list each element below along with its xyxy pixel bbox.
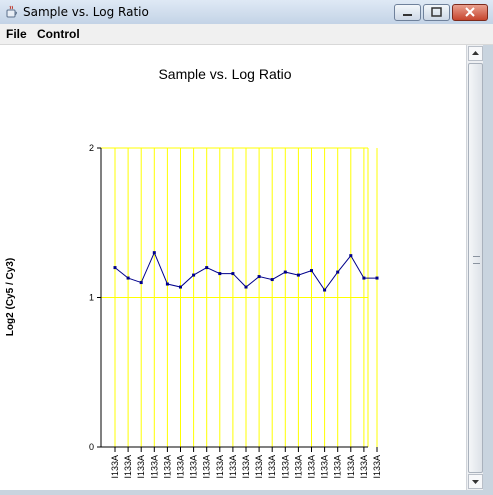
data-point [323, 288, 327, 292]
data-point [349, 254, 353, 258]
x-tick-label: I133A [267, 455, 277, 479]
axes [97, 147, 378, 452]
data-point [126, 276, 130, 280]
data-point [179, 285, 182, 289]
data-point [113, 266, 117, 270]
arrow-down-icon [472, 480, 479, 484]
grip-icon [473, 256, 480, 264]
grid-lines [101, 147, 378, 447]
x-tick-label: I133A [254, 455, 264, 479]
x-tick-label: I133A [215, 455, 225, 479]
x-tick-label: I133A [346, 455, 356, 479]
vertical-scrollbar[interactable] [466, 45, 484, 490]
data-point [336, 270, 340, 274]
maximize-icon [431, 7, 442, 17]
x-tick-label: I133A [293, 455, 303, 479]
data-point [139, 281, 143, 285]
x-tick-label: I133A [189, 455, 199, 479]
y-tick-label: 0 [89, 442, 94, 452]
line-chart: Sample vs. Log Ratio Log2 (Cy5 / Cy3) 0 1… [5, 66, 382, 479]
scroll-thumb[interactable] [468, 63, 483, 473]
title-bar[interactable]: Sample vs. Log Ratio [0, 0, 493, 25]
scroll-up-button[interactable] [468, 46, 483, 61]
scroll-down-button[interactable] [468, 474, 483, 489]
menu-bar: File Control [0, 24, 493, 45]
x-tick-label: I133A [136, 455, 146, 479]
java-cup-icon [6, 5, 17, 18]
x-tick-label: I133A [359, 455, 369, 479]
x-tick-label: I133A [241, 455, 251, 479]
data-point [165, 282, 169, 286]
window-title: Sample vs. Log Ratio [23, 5, 149, 19]
data-point [296, 273, 300, 277]
data-point [192, 273, 196, 277]
x-tick-label: I133A [110, 455, 120, 479]
close-button[interactable] [452, 4, 488, 21]
y-axis-label: Log2 (Cy5 / Cy3) [5, 258, 16, 336]
data-point [362, 276, 366, 280]
data-point [375, 276, 379, 280]
data-point [218, 272, 222, 276]
data-point [205, 266, 209, 270]
x-tick-label: I133A [320, 455, 330, 479]
data-point [283, 270, 287, 274]
chart-title: Sample vs. Log Ratio [158, 66, 291, 82]
menu-control[interactable]: Control [37, 27, 80, 41]
minimize-button[interactable] [394, 4, 421, 21]
y-tick-label: 2 [89, 143, 94, 153]
close-icon [465, 7, 475, 17]
x-tick-label: I133A [228, 455, 238, 479]
x-tick-label: I133A [372, 455, 382, 479]
app-window: Sample vs. Log Ratio File Control Sample… [0, 0, 493, 495]
x-tick-label: I133A [149, 455, 159, 479]
data-point [310, 269, 313, 273]
minimize-icon [403, 14, 412, 16]
maximize-button[interactable] [423, 4, 450, 21]
x-tick-label: I133A [123, 455, 133, 479]
data-point [244, 285, 248, 289]
data-point [152, 251, 156, 255]
data-point [231, 272, 235, 276]
data-point [270, 278, 274, 282]
window-frame-right [483, 45, 493, 495]
menu-file[interactable]: File [6, 27, 27, 41]
x-tick-label: I133A [162, 455, 172, 479]
x-tick-label: I133A [176, 455, 186, 479]
x-tick-label: I133A [333, 455, 343, 479]
y-tick-label: 1 [89, 293, 94, 303]
x-tick-label: I133A [280, 455, 290, 479]
x-tick-label: I133A [202, 455, 212, 479]
data-point [257, 275, 261, 279]
arrow-up-icon [472, 51, 479, 55]
x-tick-label: I133A [307, 455, 317, 479]
window-frame-bottom [0, 490, 483, 495]
